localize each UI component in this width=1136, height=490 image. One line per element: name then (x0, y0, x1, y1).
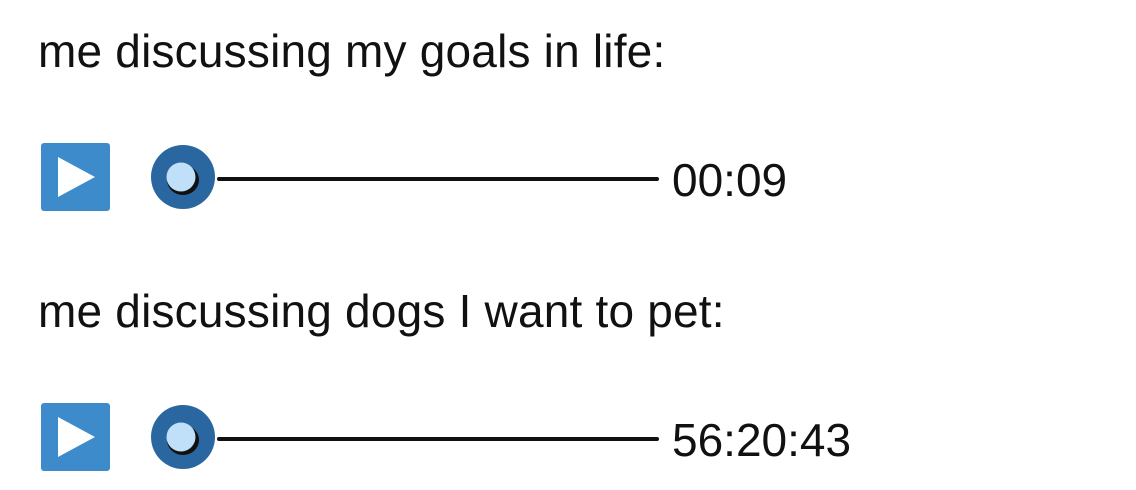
progress-track (217, 437, 659, 441)
audio-player-goals: 00:09 (41, 143, 1041, 213)
caption-goals: me discussing my goals in life: (38, 25, 666, 77)
progress-slider[interactable] (149, 143, 659, 213)
slider-knob[interactable] (149, 403, 217, 471)
play-icon (58, 157, 95, 197)
duration-label: 00:09 (672, 154, 788, 206)
play-button[interactable] (41, 143, 110, 211)
progress-slider[interactable] (149, 403, 659, 473)
progress-track (217, 177, 659, 181)
play-icon (58, 417, 95, 457)
duration-label: 56:20:43 (672, 414, 852, 466)
audio-player-dogs: 56:20:43 (41, 403, 1041, 473)
caption-dogs: me discussing dogs I want to pet: (38, 285, 725, 337)
play-button[interactable] (41, 403, 110, 471)
slider-knob[interactable] (149, 143, 217, 211)
